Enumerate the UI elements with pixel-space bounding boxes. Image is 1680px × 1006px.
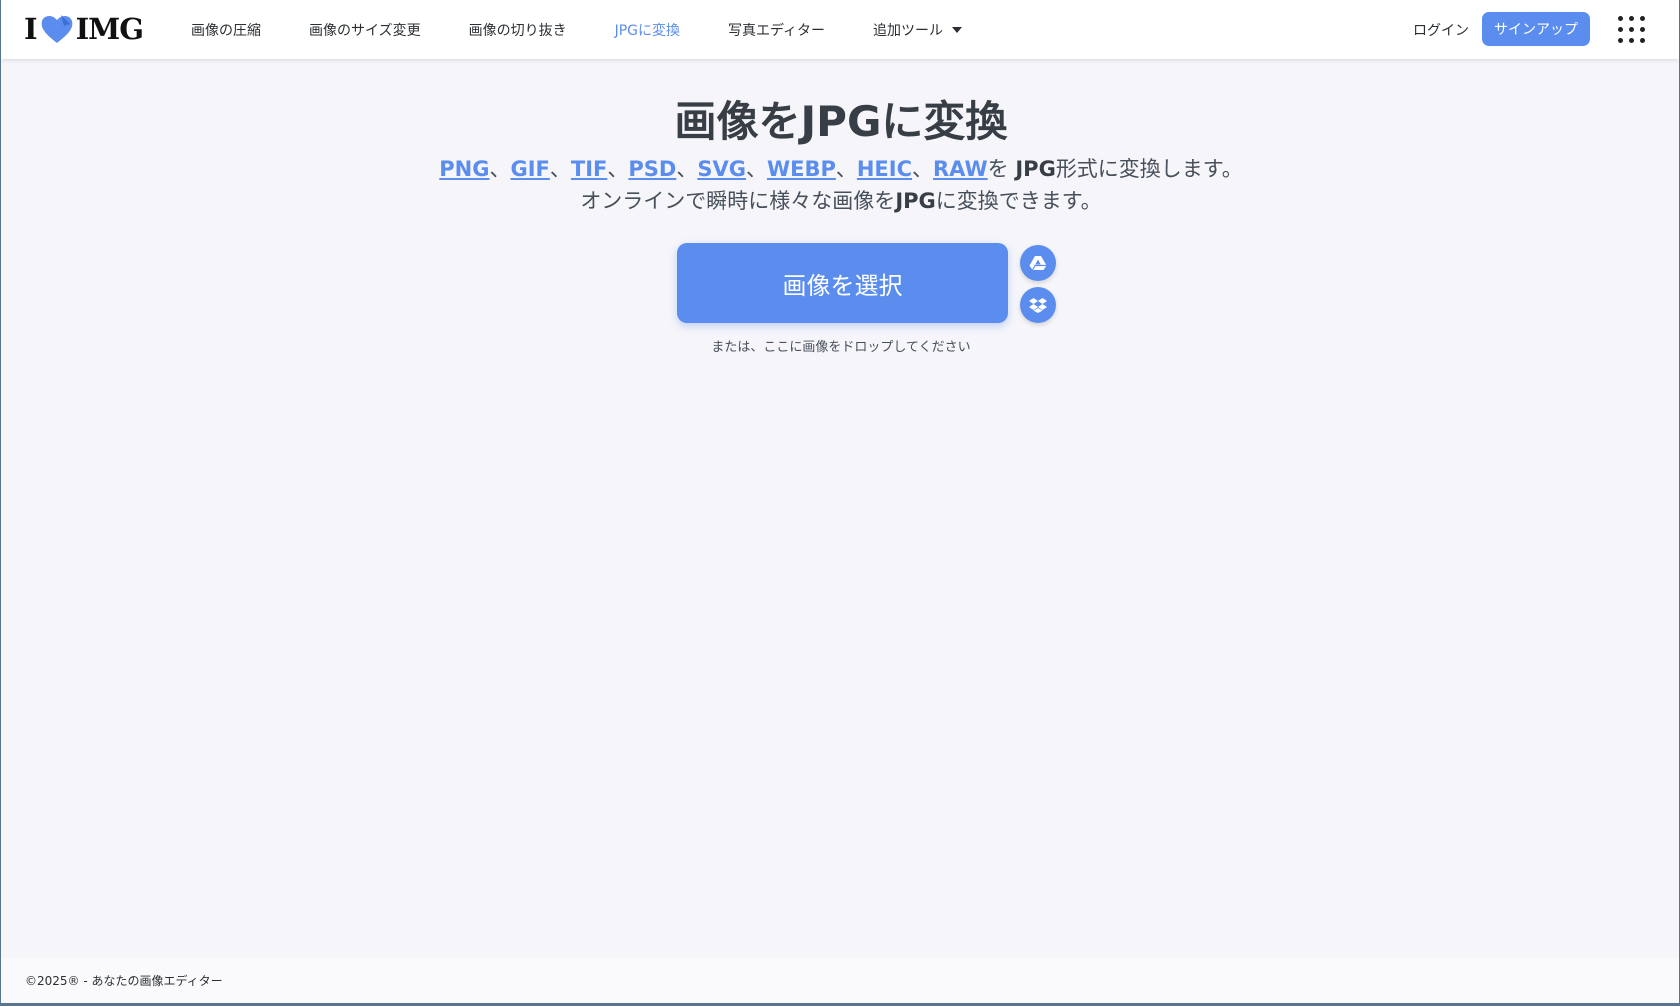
logo[interactable]: I IMG bbox=[24, 12, 144, 46]
format-link-png[interactable]: PNG bbox=[439, 157, 489, 181]
copyright-text: ©2025® - あなたの画像エディター bbox=[25, 974, 223, 988]
format-link-svg[interactable]: SVG bbox=[697, 157, 746, 181]
top-navbar: I IMG 画像の圧縮 画像のサイズ変更 画像の切り抜き JPGに変換 写真エデ… bbox=[1, 0, 1679, 59]
page: I IMG 画像の圧縮 画像のサイズ変更 画像の切り抜き JPGに変換 写真エデ… bbox=[1, 0, 1679, 1003]
nav-compress-image[interactable]: 画像の圧縮 bbox=[191, 20, 261, 40]
grid-icon[interactable] bbox=[1618, 16, 1645, 43]
logo-letter-i: I bbox=[24, 12, 38, 46]
nav-more-tools-dropdown[interactable]: 追加ツール bbox=[873, 20, 963, 40]
signup-button[interactable]: サインアップ bbox=[1482, 12, 1590, 46]
nav-label: 画像の圧縮 bbox=[191, 22, 261, 39]
subtitle-jpg: JPG bbox=[895, 189, 936, 213]
dropbox-icon bbox=[1029, 298, 1047, 313]
google-drive-icon bbox=[1029, 256, 1047, 271]
nav-label: JPGに変換 bbox=[614, 22, 681, 39]
subtitle-jpg: JPG bbox=[1015, 157, 1056, 181]
caret-down-icon bbox=[952, 26, 963, 33]
subtitle-line-2: オンラインで瞬時に様々な画像をJPGに変換できます。 bbox=[1, 185, 1679, 215]
select-image-button[interactable]: 画像を選択 bbox=[677, 243, 1008, 323]
page-title: 画像をJPGに変換 bbox=[674, 97, 1008, 146]
google-drive-button[interactable] bbox=[1020, 245, 1056, 281]
format-link-gif[interactable]: GIF bbox=[510, 157, 549, 181]
nav-photo-editor[interactable]: 写真エディター bbox=[728, 20, 825, 40]
subtitle-text: に変換できます。 bbox=[935, 189, 1102, 213]
nav-crop-image[interactable]: 画像の切り抜き bbox=[469, 20, 567, 40]
supported-formats-line: PNG、GIF、TIF、PSD、SVG、WEBP、HEIC、RAWを JPG形式… bbox=[439, 157, 1243, 181]
format-link-heic[interactable]: HEIC bbox=[857, 157, 912, 181]
heart-icon bbox=[41, 15, 72, 43]
nav-label: 画像のサイズ変更 bbox=[309, 22, 421, 39]
nav-label: 画像の切り抜き bbox=[468, 22, 567, 39]
drop-hint-text: または、ここに画像をドロップしてください bbox=[711, 340, 971, 355]
format-link-webp[interactable]: WEBP bbox=[767, 157, 836, 181]
nav-label: 写真エディター bbox=[728, 22, 826, 39]
format-link-raw[interactable]: RAW bbox=[933, 157, 988, 181]
subtitle-text: を bbox=[987, 157, 1016, 181]
main-nav: 画像の圧縮 画像のサイズ変更 画像の切り抜き JPGに変換 写真エディター 追加… bbox=[191, 0, 1010, 59]
logo-text-img: IMG bbox=[75, 12, 144, 46]
login-link[interactable]: ログイン bbox=[1413, 20, 1469, 40]
nav-convert-to-jpg[interactable]: JPGに変換 bbox=[615, 20, 680, 40]
nav-label: 追加ツール bbox=[873, 22, 944, 39]
dropbox-button[interactable] bbox=[1020, 287, 1056, 323]
footer: ©2025® - あなたの画像エディター bbox=[1, 958, 1679, 1003]
nav-resize-image[interactable]: 画像のサイズ変更 bbox=[309, 20, 421, 40]
subtitle-text: オンラインで瞬時に様々な画像を bbox=[580, 189, 896, 213]
format-link-tif[interactable]: TIF bbox=[571, 157, 607, 181]
format-link-psd[interactable]: PSD bbox=[628, 157, 676, 181]
subtitle-text: 形式に変換します。 bbox=[1055, 157, 1243, 181]
